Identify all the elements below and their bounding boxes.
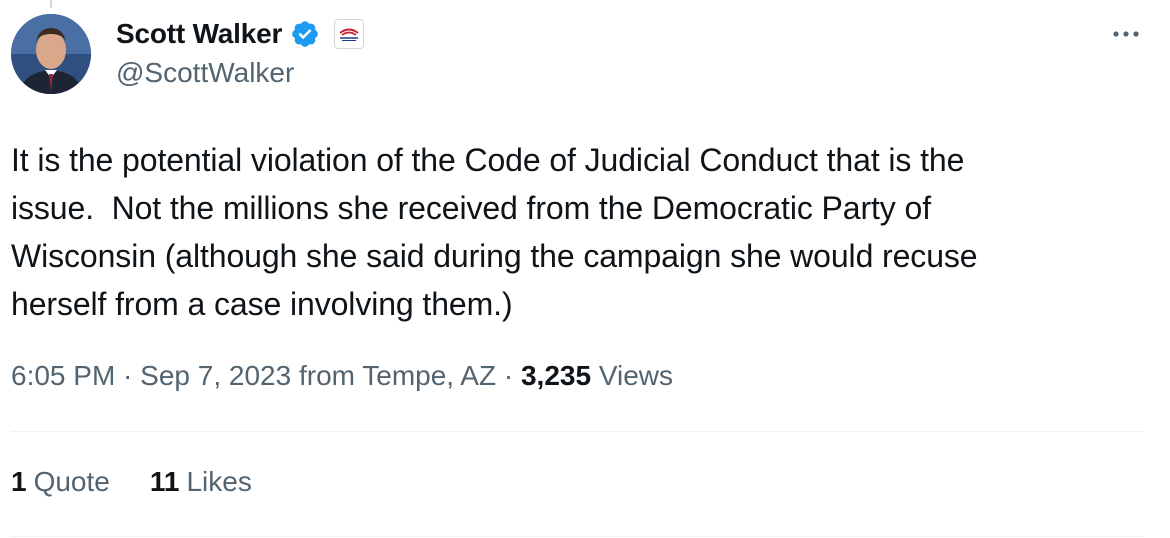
engagement-stats: 1 Quote 11 Likes	[11, 466, 252, 498]
more-options-icon[interactable]	[1108, 22, 1144, 46]
avatar[interactable]	[11, 14, 91, 94]
author-name-row: Scott Walker	[116, 14, 365, 54]
meta-separator: ·	[115, 360, 141, 391]
affiliate-badge-icon[interactable]	[334, 19, 365, 49]
thread-connector-line	[50, 0, 52, 8]
meta-separator: ·	[496, 360, 521, 391]
views-label	[591, 360, 599, 392]
divider	[11, 431, 1143, 432]
avatar-photo	[11, 14, 91, 94]
tweet-metadata: 6:05 PM · Sep 7, 2023 from Tempe, AZ · 3…	[11, 360, 673, 392]
author-display-name[interactable]: Scott Walker	[116, 18, 282, 50]
likes-count: 11	[149, 466, 180, 497]
divider	[11, 536, 1143, 537]
author-handle[interactable]: @ScottWalker	[116, 57, 294, 89]
verified-badge-icon[interactable]	[290, 19, 320, 49]
quotes-count: 1	[11, 466, 27, 497]
tweet-time[interactable]: 6:05 PM	[11, 360, 115, 392]
quotes-stat[interactable]: 1 Quote	[11, 466, 110, 498]
views-count: 3,235	[520, 360, 592, 391]
tweet-text: It is the potential violation of the Cod…	[11, 142, 978, 322]
quotes-label: Quote	[33, 466, 110, 497]
likes-label: Likes	[186, 466, 252, 497]
views-label-text: Views	[598, 360, 674, 391]
tweet-date-location[interactable]: Sep 7, 2023 from Tempe, AZ	[140, 360, 496, 392]
likes-stat[interactable]: 11 Likes	[150, 466, 252, 498]
